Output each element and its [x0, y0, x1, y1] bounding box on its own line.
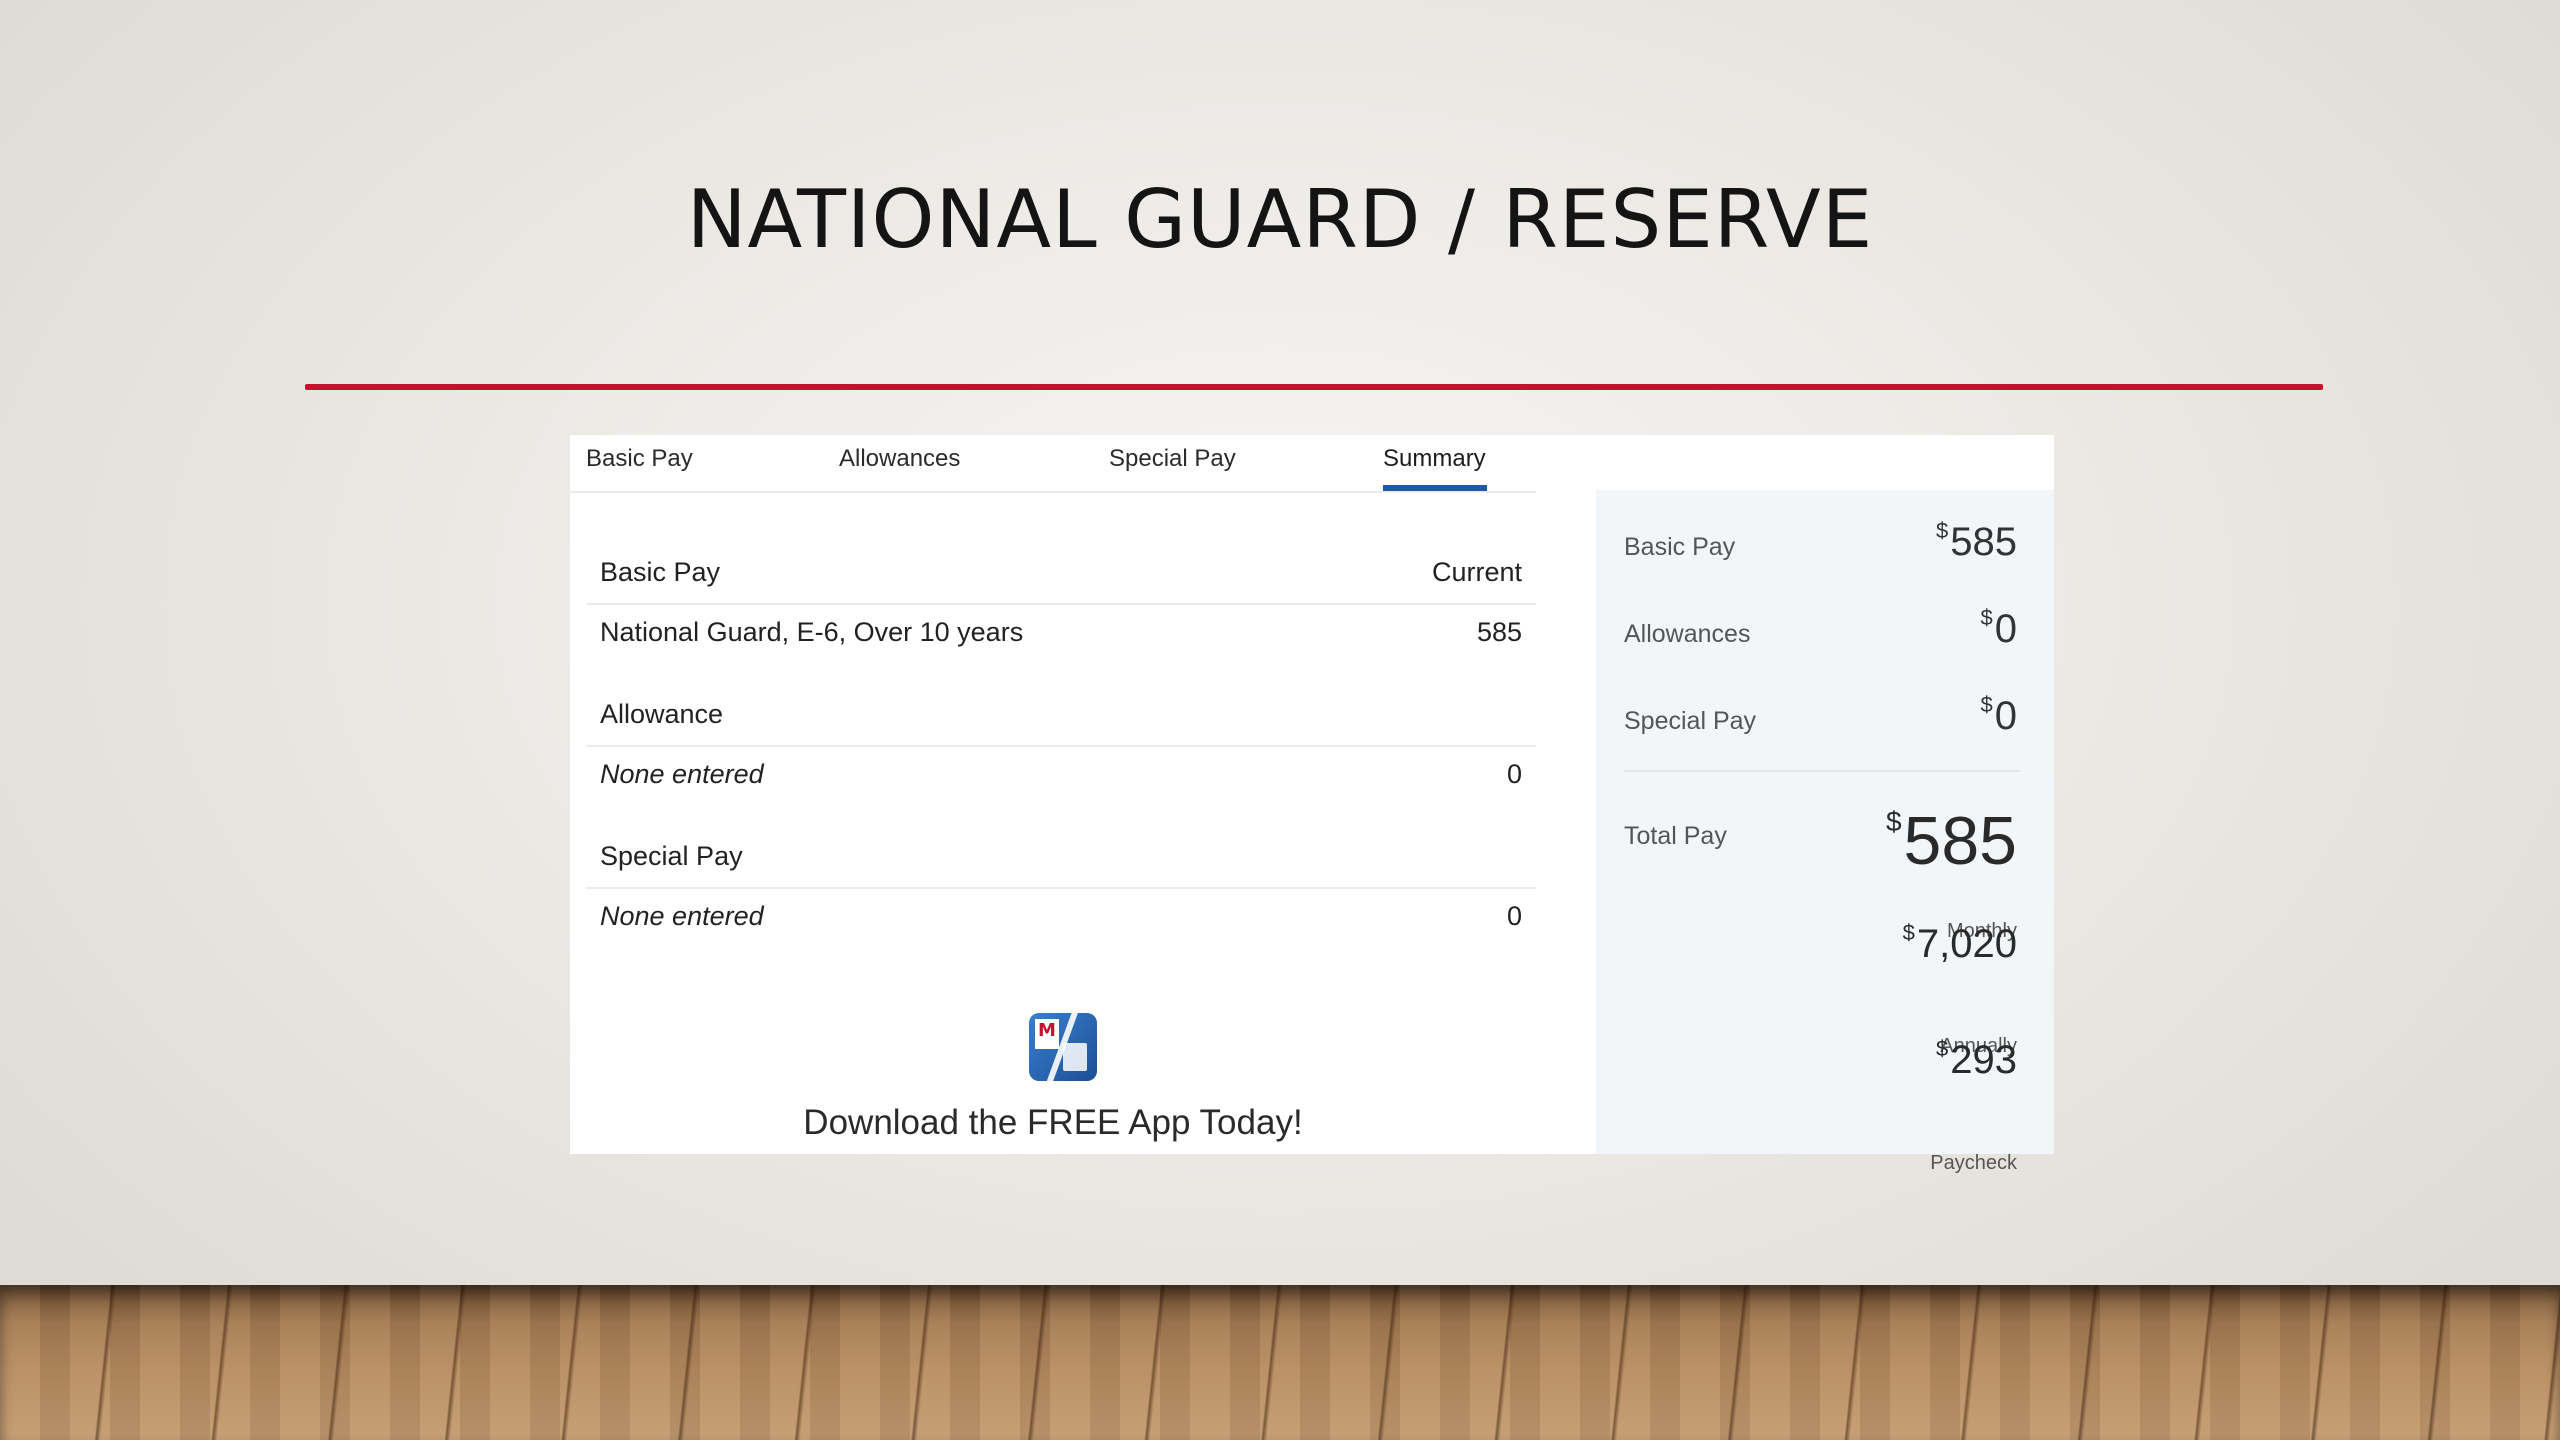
pay-calculator-panel: Basic Pay Allowances Special Pay Summary… [570, 435, 2054, 1174]
wooden-floor [0, 1285, 2560, 1440]
special-pay-heading: Special Pay [600, 841, 743, 871]
title-divider [305, 384, 2323, 390]
summary-special-pay-amount: $0 [1980, 692, 2018, 738]
allowance-amount: 0 [1506, 759, 1522, 789]
allowance-section-header: Allowance [586, 687, 1536, 745]
summary-basic-pay-amount: $585 [1936, 518, 2017, 564]
paycheck-period: Paycheck [1930, 1152, 2017, 1174]
allowance-heading: Allowance [600, 699, 724, 729]
basic-pay-description: National Guard, E-6, Over 10 years [600, 617, 1024, 647]
special-pay-section-header: Special Pay [586, 829, 1536, 887]
total-pay-amount: $585 [1885, 803, 2017, 879]
summary-basic-pay-label: Basic Pay [1624, 533, 1736, 561]
slide-title: NATIONAL GUARD / RESERVE [686, 173, 1874, 266]
current-column-heading: Current [1431, 557, 1522, 587]
allowance-description: None entered [600, 759, 764, 789]
tab-basic-pay[interactable]: Basic Pay [586, 445, 693, 473]
summary-divider [1624, 770, 2020, 772]
table-header-row: Basic Pay Current [586, 545, 1536, 603]
paycheck-amount: $293 [1936, 1036, 2017, 1082]
summary-allowances-amount: $0 [1980, 605, 2018, 651]
tab-special-pay[interactable]: Special Pay [1109, 445, 1236, 473]
summary-allowances-label: Allowances [1624, 620, 1751, 648]
download-app-link[interactable]: Download the FREE App Today! [570, 1103, 1536, 1143]
app-calculator-icon[interactable]: M [1029, 1013, 1097, 1081]
annual-pay-amount: $7,020 [1902, 920, 2017, 966]
basic-pay-heading: Basic Pay [600, 557, 721, 587]
summary-special-pay-label: Special Pay [1624, 707, 1757, 735]
tab-allowances[interactable]: Allowances [839, 445, 960, 473]
basic-pay-amount: 585 [1476, 617, 1522, 647]
table-row: None entered 0 [586, 887, 1536, 947]
pay-breakdown-table: Basic Pay Current National Guard, E-6, O… [586, 545, 1536, 947]
tab-bar: Basic Pay Allowances Special Pay Summary [570, 435, 1536, 493]
special-pay-description: None entered [600, 901, 764, 931]
total-pay-label: Total Pay [1624, 822, 1727, 850]
table-row: National Guard, E-6, Over 10 years 585 [586, 603, 1536, 663]
active-tab-indicator [1383, 485, 1487, 491]
tab-summary[interactable]: Summary [1383, 445, 1486, 473]
pay-summary-sidebar: Basic Pay $585 Allowances $0 Special Pay… [1596, 490, 2054, 1174]
special-pay-amount: 0 [1506, 901, 1522, 931]
table-row: None entered 0 [586, 745, 1536, 805]
